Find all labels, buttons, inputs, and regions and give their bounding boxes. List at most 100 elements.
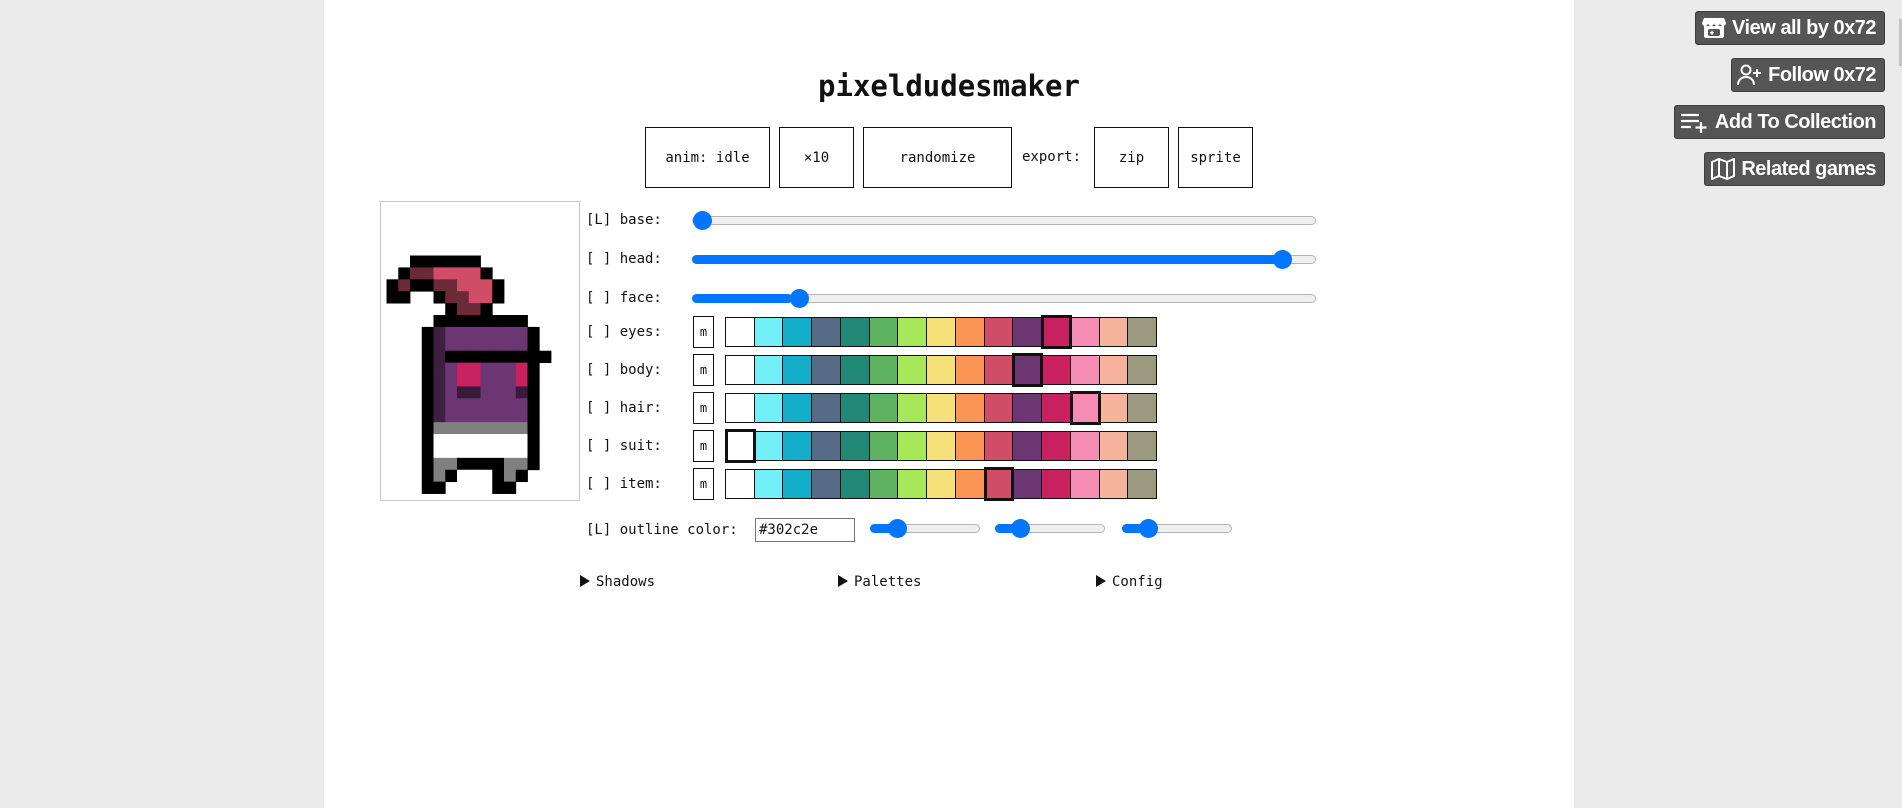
color-swatch[interactable]	[726, 318, 755, 346]
color-swatch[interactable]	[812, 394, 841, 422]
color-swatch[interactable]	[1128, 318, 1157, 346]
color-swatch[interactable]	[840, 470, 870, 498]
color-swatch[interactable]	[726, 394, 755, 422]
color-swatch[interactable]	[1013, 470, 1043, 498]
color-swatch[interactable]	[812, 470, 841, 498]
color-swatch[interactable]	[1099, 470, 1129, 498]
color-swatch[interactable]	[1013, 432, 1043, 460]
outline-color-input[interactable]	[755, 518, 855, 542]
color-swatch[interactable]	[1128, 470, 1157, 498]
view-all-by-author-button[interactable]: View all by 0x72	[1695, 11, 1885, 45]
color-swatch[interactable]	[955, 470, 985, 498]
color-swatch[interactable]	[898, 470, 928, 498]
outline-blue-slider[interactable]	[1122, 519, 1232, 538]
color-swatch[interactable]	[1013, 318, 1043, 346]
color-swatch[interactable]	[812, 432, 841, 460]
mirror-button-suit[interactable]: m	[693, 430, 714, 462]
color-swatch[interactable]	[754, 356, 784, 384]
color-swatch[interactable]	[1070, 432, 1100, 460]
color-swatch-selected[interactable]	[1041, 315, 1072, 349]
color-swatch[interactable]	[783, 394, 813, 422]
color-swatch[interactable]	[1128, 356, 1157, 384]
outline-red-slider[interactable]	[870, 519, 980, 538]
color-swatch[interactable]	[869, 318, 899, 346]
color-swatch[interactable]	[1013, 394, 1043, 422]
slider-base[interactable]	[692, 211, 1316, 230]
color-swatch[interactable]	[927, 470, 956, 498]
color-swatch[interactable]	[927, 318, 956, 346]
color-swatch-selected[interactable]	[725, 429, 756, 463]
palettes-section-toggle[interactable]: Palettes	[838, 574, 921, 590]
export-sprite-button[interactable]: sprite	[1178, 127, 1253, 188]
follow-author-button[interactable]: Follow 0x72	[1731, 58, 1885, 92]
color-swatch[interactable]	[927, 432, 956, 460]
color-swatch[interactable]	[984, 432, 1014, 460]
config-section-toggle[interactable]: Config	[1096, 574, 1163, 590]
color-swatch[interactable]	[1128, 432, 1157, 460]
color-swatch[interactable]	[1042, 356, 1071, 384]
mirror-button-hair[interactable]: m	[693, 392, 714, 424]
color-swatch[interactable]	[869, 432, 899, 460]
slider-head[interactable]	[692, 250, 1316, 269]
color-swatch[interactable]	[754, 470, 784, 498]
slider-face[interactable]	[692, 289, 1316, 308]
mirror-button-eyes[interactable]: m	[693, 316, 714, 348]
color-swatch[interactable]	[898, 356, 928, 384]
color-swatch[interactable]	[840, 318, 870, 346]
color-swatch[interactable]	[927, 394, 956, 422]
related-games-button[interactable]: Related games	[1704, 152, 1885, 186]
color-swatch[interactable]	[726, 356, 755, 384]
color-swatch[interactable]	[955, 394, 985, 422]
mirror-button-item[interactable]: m	[693, 468, 714, 500]
color-swatch[interactable]	[840, 394, 870, 422]
color-swatch[interactable]	[1042, 470, 1071, 498]
color-swatch[interactable]	[984, 394, 1014, 422]
color-swatch[interactable]	[812, 356, 841, 384]
color-swatch[interactable]	[1128, 394, 1157, 422]
color-swatch[interactable]	[1099, 394, 1129, 422]
color-swatch[interactable]	[984, 356, 1014, 384]
color-swatch[interactable]	[1042, 394, 1071, 422]
color-swatch-selected[interactable]	[983, 467, 1015, 501]
color-swatch[interactable]	[869, 470, 899, 498]
color-swatch[interactable]	[783, 432, 813, 460]
color-swatch-selected[interactable]	[1069, 391, 1101, 425]
color-swatch[interactable]	[869, 356, 899, 384]
color-swatch[interactable]	[754, 432, 784, 460]
add-to-collection-button[interactable]: Add To Collection	[1673, 105, 1885, 139]
slider-thumb[interactable]	[693, 211, 712, 230]
color-swatch[interactable]	[955, 318, 985, 346]
slider-thumb[interactable]	[1272, 250, 1292, 269]
anim-button[interactable]: anim: idle	[645, 127, 770, 188]
scale-button[interactable]: ×10	[779, 127, 854, 188]
color-swatch[interactable]	[869, 394, 899, 422]
color-swatch[interactable]	[1070, 356, 1100, 384]
randomize-button[interactable]: randomize	[863, 127, 1012, 188]
color-swatch[interactable]	[812, 318, 841, 346]
color-swatch[interactable]	[898, 394, 928, 422]
color-swatch[interactable]	[726, 470, 755, 498]
color-swatch[interactable]	[1099, 432, 1129, 460]
color-swatch[interactable]	[955, 432, 985, 460]
slider-thumb[interactable]	[1139, 519, 1159, 538]
color-swatch[interactable]	[783, 318, 813, 346]
color-swatch[interactable]	[840, 356, 870, 384]
color-swatch[interactable]	[898, 318, 928, 346]
color-swatch-selected[interactable]	[1012, 353, 1044, 387]
color-swatch[interactable]	[1070, 470, 1100, 498]
color-swatch[interactable]	[783, 470, 813, 498]
color-swatch[interactable]	[840, 432, 870, 460]
slider-thumb[interactable]	[888, 519, 908, 538]
color-swatch[interactable]	[1099, 356, 1129, 384]
color-swatch[interactable]	[927, 356, 956, 384]
color-swatch[interactable]	[754, 394, 784, 422]
outline-green-slider[interactable]	[995, 519, 1105, 538]
color-swatch[interactable]	[898, 432, 928, 460]
color-swatch[interactable]	[783, 356, 813, 384]
color-swatch[interactable]	[984, 318, 1014, 346]
color-swatch[interactable]	[955, 356, 985, 384]
color-swatch[interactable]	[754, 318, 784, 346]
color-swatch[interactable]	[1042, 432, 1071, 460]
mirror-button-body[interactable]: m	[693, 354, 714, 386]
color-swatch[interactable]	[1099, 318, 1129, 346]
